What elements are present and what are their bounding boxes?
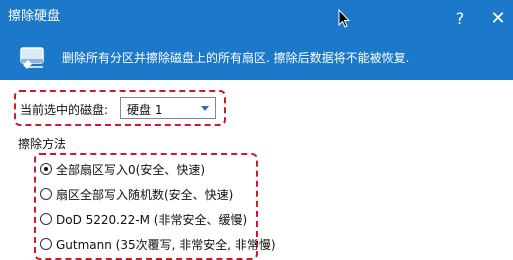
eraser-icon	[20, 47, 44, 69]
disk-selection-group: 当前选中的磁盘: 硬盘 1	[14, 90, 226, 126]
wipe-method-heading: 擦除方法	[18, 137, 67, 151]
current-disk-label: 当前选中的磁盘:	[20, 103, 109, 117]
close-button[interactable]: ✕	[480, 0, 513, 36]
dialog-body: 当前选中的磁盘: 硬盘 1 擦除方法 全部扇区写入0(安全、快速) 扇区全部写入…	[0, 80, 513, 260]
header-description: 删除所有分区并擦除磁盘上的所有扇区. 擦除后数据将不能被恢复.	[62, 51, 410, 65]
wipe-option-label: DoD 5220.22-M (非常安全、缓慢)	[56, 213, 248, 227]
radio-button-checked[interactable]	[40, 163, 52, 175]
wipe-method-group: 全部扇区写入0(安全、快速) 扇区全部写入随机数(安全、快速) DoD 5220…	[34, 153, 276, 260]
chevron-down-icon	[201, 106, 209, 111]
help-button[interactable]: ?	[442, 0, 478, 36]
wipe-option-label: 扇区全部写入随机数(安全、快速)	[56, 188, 234, 202]
wipe-option-label: 全部扇区写入0(安全、快速)	[56, 163, 205, 177]
header-banner: 删除所有分区并擦除磁盘上的所有扇区. 擦除后数据将不能被恢复.	[0, 36, 513, 80]
wipe-disk-dialog: 擦除硬盘 ? ✕ 删除所有分区并擦除磁盘上的所有扇区. 擦除后数据将不能被恢复.…	[0, 0, 513, 260]
radio-button[interactable]	[40, 188, 52, 200]
mouse-cursor-icon	[338, 9, 350, 28]
title-bar[interactable]: 擦除硬盘 ? ✕	[0, 0, 513, 36]
wipe-option-label: Gutmann (35次覆写, 非常安全, 非常慢)	[56, 238, 276, 252]
radio-button[interactable]	[40, 213, 52, 225]
radio-button[interactable]	[40, 238, 52, 250]
disk-dropdown[interactable]: 硬盘 1	[120, 97, 216, 119]
window-title: 擦除硬盘	[8, 9, 61, 24]
disk-dropdown-value: 硬盘 1	[127, 103, 163, 117]
